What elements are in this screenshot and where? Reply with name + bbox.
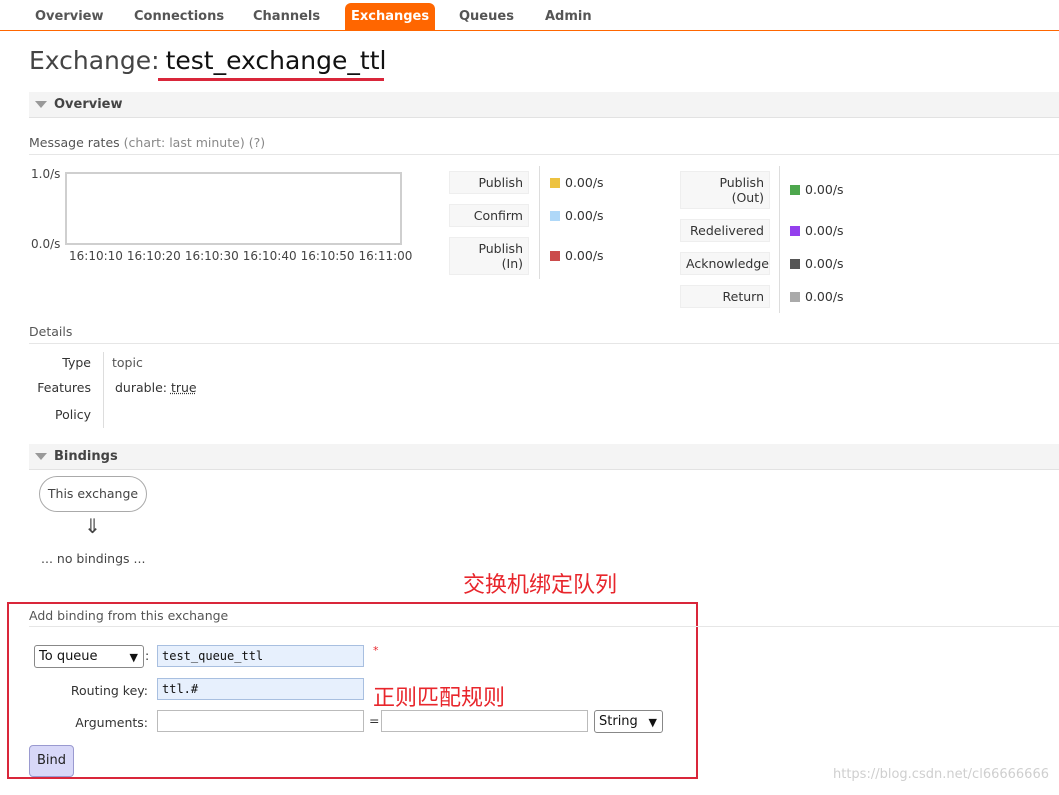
legend-swatch xyxy=(790,185,800,195)
collapse-triangle-icon xyxy=(35,453,47,460)
details-heading: Details xyxy=(29,324,1059,344)
add-binding-label: Add binding from this exchange xyxy=(29,608,229,623)
policy-label: Policy xyxy=(55,407,91,422)
chevron-down-icon: ▼ xyxy=(648,716,657,729)
rate-value-text: 0.00/s xyxy=(565,175,604,190)
type-value: topic xyxy=(112,355,143,370)
help-link[interactable]: (?) xyxy=(249,135,265,150)
this-exchange-node: This exchange xyxy=(39,476,147,512)
chart-range-link[interactable]: (chart: last minute) xyxy=(124,135,245,150)
collapse-triangle-icon xyxy=(35,101,47,108)
equals-sign: = xyxy=(369,713,380,728)
chart-x-ticks: 16:10:10 16:10:20 16:10:30 16:10:40 16:10:50… xyxy=(69,249,416,263)
details-label: Details xyxy=(29,324,73,339)
rate-label-publish-out: Publish (Out) xyxy=(680,171,770,209)
type-label: Type xyxy=(62,355,91,370)
argument-key-input[interactable] xyxy=(157,710,364,732)
features-value: durable: true xyxy=(115,380,197,395)
details-divider xyxy=(103,352,104,428)
rate-value-text: 0.00/s xyxy=(805,256,844,271)
tab-overview[interactable]: Overview xyxy=(29,3,110,30)
chart-y-bottom-label: 0.0/s xyxy=(31,237,61,251)
rate-value-return: 0.00/s xyxy=(790,289,844,304)
arguments-label: Arguments: xyxy=(75,715,148,730)
rate-value-publish-in: 0.00/s xyxy=(550,248,604,263)
argument-type-select[interactable]: String ▼ xyxy=(594,710,663,733)
rates-divider xyxy=(779,166,780,313)
chart-x-tick: 16:10:10 xyxy=(69,249,123,263)
tab-admin[interactable]: Admin xyxy=(539,3,598,30)
legend-swatch xyxy=(790,259,800,269)
argument-value-input[interactable] xyxy=(381,710,588,732)
message-rates-chart xyxy=(65,172,402,245)
title-highlight-underline xyxy=(158,78,384,81)
destination-input[interactable]: test_queue_ttl xyxy=(157,645,364,667)
rate-value-confirm: 0.00/s xyxy=(550,208,604,223)
message-rates-label: Message rates xyxy=(29,135,120,150)
arrow-down-icon: ⇓ xyxy=(84,514,101,538)
destination-type-value: To queue xyxy=(39,649,98,664)
page-title-prefix: Exchange: xyxy=(29,46,160,75)
rate-value-text: 0.00/s xyxy=(565,208,604,223)
durable-key: durable: xyxy=(115,380,167,395)
rate-label-publish-in: Publish (In) xyxy=(449,237,529,275)
page-title: Exchange: test_exchange_ttl xyxy=(29,46,386,75)
chart-x-tick: 16:10:30 xyxy=(184,249,239,263)
chart-y-top-label: 1.0/s xyxy=(31,167,61,181)
chart-x-tick: 16:10:50 xyxy=(300,249,355,263)
destination-type-select[interactable]: To queue ▼ xyxy=(34,645,144,668)
bindings-section-toggle[interactable]: Bindings xyxy=(29,444,1059,470)
rate-label-return: Return xyxy=(680,285,770,308)
tab-connections[interactable]: Connections xyxy=(128,3,230,30)
rate-value-text: 0.00/s xyxy=(805,289,844,304)
annotation-regex-rule: 正则匹配规则 xyxy=(373,686,506,711)
tab-queues[interactable]: Queues xyxy=(453,3,520,30)
message-rates-heading: Message rates (chart: last minute) (?) xyxy=(29,135,1059,155)
rate-label-acknowledge: Acknowledge xyxy=(680,252,770,275)
tab-channels[interactable]: Channels xyxy=(247,3,326,30)
tab-exchanges[interactable]: Exchanges xyxy=(345,3,436,30)
top-nav: Overview Connections Channels Exchanges … xyxy=(0,0,1059,31)
rate-value-text: 0.00/s xyxy=(805,223,844,238)
chevron-down-icon: ▼ xyxy=(129,651,138,664)
durable-value: true xyxy=(170,380,197,395)
no-bindings-text: ... no bindings ... xyxy=(41,551,146,566)
rate-value-text: 0.00/s xyxy=(565,248,604,263)
legend-swatch xyxy=(550,251,560,261)
bind-button[interactable]: Bind xyxy=(29,745,74,777)
rate-label-redelivered: Redelivered xyxy=(680,219,770,242)
rate-value-publish: 0.00/s xyxy=(550,175,604,190)
bindings-section-title: Bindings xyxy=(54,449,118,464)
rate-value-redelivered: 0.00/s xyxy=(790,223,844,238)
rate-value-text: 0.00/s xyxy=(805,182,844,197)
legend-swatch xyxy=(550,211,560,221)
rate-label-confirm: Confirm xyxy=(449,204,529,227)
chart-x-tick: 16:11:00 xyxy=(358,249,413,263)
legend-swatch xyxy=(550,178,560,188)
legend-swatch xyxy=(790,226,800,236)
chart-x-tick: 16:10:20 xyxy=(126,249,181,263)
rates-divider xyxy=(539,166,540,279)
routing-key-label: Routing key: xyxy=(70,683,148,698)
exchange-name: test_exchange_ttl xyxy=(165,46,387,75)
rate-value-acknowledge: 0.00/s xyxy=(790,256,844,271)
legend-swatch xyxy=(790,292,800,302)
argument-type-value: String xyxy=(599,714,638,729)
watermark: https://blog.csdn.net/cl66666666 xyxy=(833,767,1049,782)
chart-x-tick: 16:10:40 xyxy=(242,249,297,263)
destination-colon: : xyxy=(145,648,150,663)
overview-section-title: Overview xyxy=(54,97,123,112)
required-mark: * xyxy=(373,644,379,657)
overview-section-toggle[interactable]: Overview xyxy=(29,92,1059,118)
rate-label-publish: Publish xyxy=(449,171,529,194)
rate-value-publish-out: 0.00/s xyxy=(790,182,844,197)
features-label: Features xyxy=(37,380,91,395)
add-binding-heading: Add binding from this exchange xyxy=(29,608,1059,627)
routing-key-input[interactable]: ttl.# xyxy=(157,678,364,700)
annotation-bind-queue: 交换机绑定队列 xyxy=(463,573,618,598)
